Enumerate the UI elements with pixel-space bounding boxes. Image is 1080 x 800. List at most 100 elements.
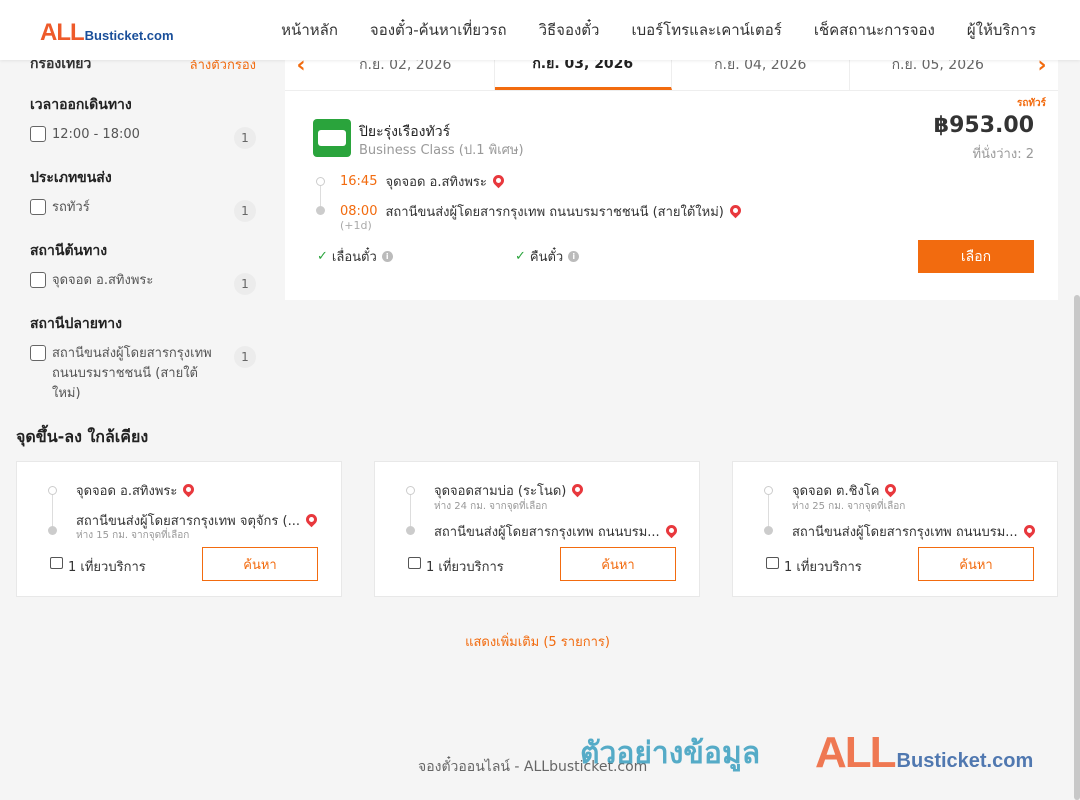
- filter-option[interactable]: สถานีขนส่งผู้โดยสารกรุงเทพ ถนนบรมราชชนนี…: [30, 344, 256, 404]
- nav-check-status[interactable]: เช็คสถานะการจอง: [814, 18, 935, 42]
- nearby-distance: ห่าง 24 กม. จากจุดที่เลือก: [434, 501, 548, 512]
- location-pin-icon[interactable]: [883, 481, 899, 498]
- bus-icon: [408, 557, 421, 569]
- origin-dot: [406, 486, 415, 495]
- location-pin-icon[interactable]: [490, 172, 507, 189]
- filter-group-origin: สถานีต้นทาง จุดจอด อ.สทิงพระ 1: [30, 240, 256, 295]
- filter-group-destination: สถานีปลายทาง สถานีขนส่งผู้โดยสารกรุงเทพ …: [30, 313, 256, 404]
- feature-refund: ✓ คืนตั๋ว i: [515, 246, 580, 267]
- nearby-from-name: จุดจอด ต.ชิงโค: [792, 484, 880, 499]
- location-pin-icon[interactable]: [303, 511, 320, 528]
- filter-group-title: สถานีต้นทาง: [30, 243, 108, 259]
- bus-icon: [766, 557, 779, 569]
- filter-checkbox[interactable]: [30, 345, 46, 361]
- logo-all: ALL: [40, 19, 85, 46]
- check-icon: ✓: [317, 249, 328, 264]
- filter-option-label: 12:00 - 18:00: [52, 127, 140, 142]
- filter-checkbox[interactable]: [30, 126, 46, 142]
- site-logo[interactable]: ALL Busticket.com: [40, 19, 174, 47]
- nearby-service-count: 1 เที่ยวบริการ: [68, 560, 146, 575]
- bus-class: Business Class (ป.1 พิเศษ): [359, 143, 524, 158]
- site-header: ALL Busticket.com หน้าหลัก จองตั๋ว-ค้นหา…: [0, 0, 1080, 60]
- nearby-to: สถานีขนส่งผู้โดยสารกรุงเทพ ถนนบรม...: [792, 521, 1037, 542]
- filter-checkbox[interactable]: [30, 272, 46, 288]
- nav-phone-counter[interactable]: เบอร์โทรและเคาน์เตอร์: [631, 18, 781, 42]
- trip-price: ฿953.00: [933, 113, 1034, 138]
- departure-time: 16:45: [340, 174, 378, 189]
- filter-option-label: จุดจอด อ.สทิงพระ: [52, 273, 154, 288]
- watermark-logo-rest: Busticket.com: [896, 750, 1034, 772]
- destination-dot: [48, 526, 57, 535]
- nearby-from-name: จุดจอด อ.สทิงพระ: [76, 484, 178, 499]
- nav-book-search[interactable]: จองตั๋ว-ค้นหาเที่ยวรถ: [370, 18, 507, 42]
- destination-dot: [316, 206, 325, 215]
- nearby-to-name: สถานีขนส่งผู้โดยสารกรุงเทพ ถนนบรม...: [792, 525, 1018, 540]
- show-more-link[interactable]: แสดงเพิ่มเติม (5 รายการ): [0, 631, 1075, 652]
- departure-stop-name: จุดจอด อ.สทิงพระ: [385, 175, 487, 190]
- location-pin-icon[interactable]: [1021, 522, 1037, 539]
- filter-count-badge: 1: [234, 273, 256, 295]
- filter-group-title: เวลาออกเดินทาง: [30, 97, 132, 113]
- filter-option[interactable]: รถทัวร์ 1: [30, 198, 256, 222]
- watermark-logo-all: ALL: [815, 728, 897, 777]
- filter-group-transport-type: ประเภทขนส่ง รถทัวร์ 1: [30, 167, 256, 222]
- info-icon[interactable]: i: [381, 251, 393, 262]
- main-nav: หน้าหลัก จองตั๋ว-ค้นหาเที่ยวรถ วิธีจองตั…: [281, 0, 1036, 60]
- filter-option[interactable]: จุดจอด อ.สทิงพระ 1: [30, 271, 256, 295]
- filter-sidebar: กรองเที่ยว ล้างตัวกรอง เวลาออกเดินทาง 12…: [30, 54, 256, 404]
- destination-dot: [406, 526, 415, 535]
- next-day-indicator: (+1d): [340, 219, 372, 232]
- nearby-to-name: สถานีขนส่งผู้โดยสารกรุงเทพ ถนนบรม...: [434, 525, 660, 540]
- arrival-stop-name: สถานีขนส่งผู้โดยสารกรุงเทพ ถนนบรมราชชนนี…: [385, 205, 724, 220]
- transport-type-tag: รถทัวร์: [1016, 98, 1046, 109]
- filter-option[interactable]: 12:00 - 18:00 1: [30, 125, 256, 149]
- feature-label: เลื่อนตั๋ว: [331, 250, 377, 265]
- watermark-logo: ALL Busticket.com: [815, 728, 1033, 778]
- location-pin-icon[interactable]: [727, 202, 744, 219]
- filter-group-title: สถานีปลายทาง: [30, 316, 122, 332]
- nearby-card: จุดจอดสามบ่อ (ระโนด) ห่าง 24 กม. จากจุดท…: [374, 461, 700, 597]
- origin-dot: [48, 486, 57, 495]
- seats-available: ที่นั่งว่าง: 2: [972, 147, 1034, 162]
- filter-option-label: รถทัวร์: [52, 200, 90, 215]
- filter-count-badge: 1: [234, 200, 256, 222]
- filter-option-label: สถานีขนส่งผู้โดยสารกรุงเทพ ถนนบรมราชชนนี…: [52, 346, 212, 401]
- nearby-from: จุดจอดสามบ่อ (ระโนด): [434, 480, 586, 501]
- destination-dot: [764, 526, 773, 535]
- nearby-search-button[interactable]: ค้นหา: [202, 547, 318, 581]
- trip-card: รถทัวร์ ปิยะรุ่งเรืองทัวร์ Business Clas…: [285, 90, 1058, 300]
- arrival-stop: 08:00 สถานีขนส่งผู้โดยสารกรุงเทพ ถนนบรมร…: [340, 201, 744, 222]
- location-pin-icon[interactable]: [570, 481, 586, 498]
- filter-checkbox[interactable]: [30, 199, 46, 215]
- nearby-search-button[interactable]: ค้นหา: [918, 547, 1034, 581]
- nearby-from: จุดจอด อ.สทิงพระ: [76, 480, 197, 501]
- nearby-service-count: 1 เที่ยวบริการ: [426, 560, 504, 575]
- sample-data-watermark: ตัวอย่างข้อมูล: [580, 736, 761, 771]
- nav-how-to-book[interactable]: วิธีจองตั๋ว: [539, 18, 600, 42]
- operator-logo: [313, 119, 351, 157]
- filter-group-departure-time: เวลาออกเดินทาง 12:00 - 18:00 1: [30, 94, 256, 149]
- nearby-service-count: 1 เที่ยวบริการ: [784, 560, 862, 575]
- filter-count-badge: 1: [234, 127, 256, 149]
- location-pin-icon[interactable]: [181, 481, 197, 498]
- nearby-section-title: จุดขึ้น-ลง ใกล้เคียง: [16, 427, 149, 446]
- nearby-distance: ห่าง 15 กม. จากจุดที่เลือก: [76, 530, 190, 541]
- origin-dot: [316, 177, 325, 186]
- filter-group-title: ประเภทขนส่ง: [30, 170, 112, 186]
- page-scrollbar[interactable]: [1074, 295, 1080, 800]
- location-pin-icon[interactable]: [663, 522, 679, 539]
- bus-icon: [50, 557, 63, 569]
- nearby-card: จุดจอด อ.สทิงพระ สถานีขนส่งผู้โดยสารกรุง…: [16, 461, 342, 597]
- nav-operators[interactable]: ผู้ให้บริการ: [967, 18, 1036, 42]
- feature-reschedule: ✓ เลื่อนตั๋ว i: [317, 246, 393, 267]
- nearby-card: จุดจอด ต.ชิงโค ห่าง 25 กม. จากจุดที่เลือ…: [732, 461, 1058, 597]
- logo-rest: Busticket.com: [84, 28, 174, 43]
- nearby-from: จุดจอด ต.ชิงโค: [792, 480, 899, 501]
- select-trip-button[interactable]: เลือก: [918, 240, 1034, 273]
- nav-home[interactable]: หน้าหลัก: [281, 18, 338, 42]
- nearby-to: สถานีขนส่งผู้โดยสารกรุงเทพ ถนนบรม...: [434, 521, 679, 542]
- info-icon[interactable]: i: [568, 251, 580, 262]
- nearby-search-button[interactable]: ค้นหา: [560, 547, 676, 581]
- arrival-time: 08:00: [340, 204, 378, 219]
- origin-dot: [764, 486, 773, 495]
